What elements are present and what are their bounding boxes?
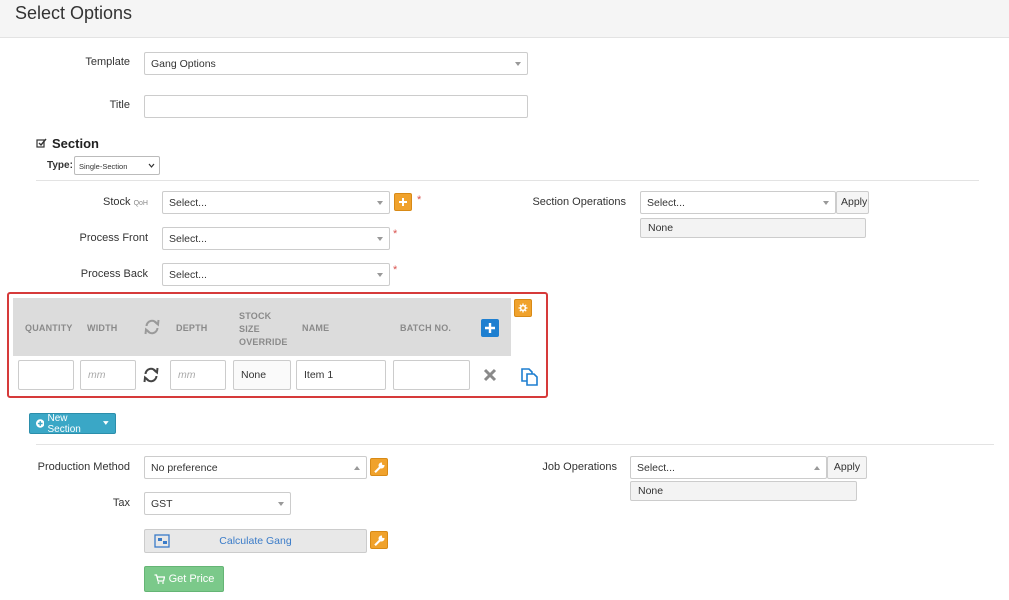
job-operations-apply-button[interactable]: Apply [827,456,867,479]
section-type-select[interactable]: Single-Section [74,156,160,175]
section-operations-apply-button[interactable]: Apply [836,191,869,214]
stock-select[interactable]: Select... [162,191,390,214]
plus-icon [399,198,407,206]
width-input[interactable]: mm [80,360,136,390]
section-divider [36,180,979,181]
process-front-label: Process Front [79,232,148,244]
stock-label-text: Stock [103,196,131,208]
stock-qoh-label: QoH [133,200,148,207]
chevron-down-icon [278,502,284,506]
stock-size-override-header-line: SIZE [239,324,260,334]
swap-dimensions-icon[interactable] [142,366,160,384]
gear-icon [518,303,528,313]
quantity-header: QUANTITY [25,323,73,333]
title-input[interactable] [144,95,528,118]
type-label: Type: [47,160,73,171]
depth-header: DEPTH [176,323,208,333]
section-operations-select[interactable]: Select... [640,191,836,214]
chevron-down-icon [377,237,383,241]
quantity-input[interactable] [18,360,74,390]
depth-input[interactable]: mm [170,360,226,390]
production-method-settings-button[interactable] [370,458,388,476]
name-header: NAME [302,323,330,333]
calculate-gang-label: Calculate Gang [219,535,292,547]
delete-icon[interactable] [483,368,497,382]
tax-label: Tax [112,497,130,509]
process-front-value: Select... [169,233,207,245]
job-operations-selected: None [630,481,857,501]
item-name-input[interactable]: Item 1 [296,360,386,390]
template-label: Template [85,56,130,68]
new-section-button[interactable]: New Section [29,412,116,435]
section-operations-selected: None [640,218,866,238]
wrench-icon [373,534,385,546]
chevron-down-icon [377,273,383,277]
swap-dimensions-icon[interactable] [143,318,161,336]
stock-size-override-header-line: STOCK [239,311,272,321]
table-settings-button[interactable] [514,299,532,317]
job-operations-label: Job Operations [542,461,617,473]
stock-select-value: Select... [169,197,207,209]
chevron-down-icon [515,62,521,66]
new-section-label: New Section [47,412,81,435]
process-back-value: Select... [169,269,207,281]
required-marker: * [393,264,398,276]
process-front-select[interactable]: Select... [162,227,390,250]
job-operations-select[interactable]: Select... [630,456,827,479]
add-item-button[interactable] [481,319,499,337]
template-select[interactable]: Gang Options [144,52,528,75]
add-stock-button[interactable] [394,193,412,211]
chevron-up-icon [354,466,360,470]
section-heading-text: Section [52,136,99,151]
job-operations-value: Select... [637,462,675,474]
job-divider [36,444,994,445]
chevron-down-icon [148,163,155,168]
production-method-label: Production Method [37,461,130,473]
production-method-select[interactable]: No preference [144,456,367,479]
get-price-label: Get Price [168,573,215,585]
chevron-down-icon [823,201,829,205]
stock-size-override-header: STOCK SIZE OVERRIDE [239,310,288,349]
page-title: Select Options [15,3,133,23]
process-back-label: Process Back [80,268,148,280]
width-header: WIDTH [87,323,118,333]
batch-input[interactable] [393,360,470,390]
stock-size-override-select[interactable]: None [233,360,291,390]
calculate-gang-settings-button[interactable] [370,531,388,549]
chevron-down-icon [377,201,383,205]
wrench-icon [373,461,385,473]
plus-icon [485,323,495,333]
copy-icon[interactable] [519,364,541,386]
batch-header: BATCH NO. [400,323,452,333]
section-operations-value: Select... [647,197,685,209]
required-marker: * [417,194,422,206]
template-select-value: Gang Options [151,58,216,70]
tax-select[interactable]: GST [144,492,291,515]
caret-down-icon [103,421,109,425]
section-type-value: Single-Section [79,162,128,171]
title-label: Title [109,99,130,111]
stock-label: Stock QoH [80,196,148,208]
tax-value: GST [151,498,173,510]
page-header: Select Options [0,0,1009,38]
chevron-up-icon [814,466,820,470]
production-method-value: No preference [151,462,218,474]
get-price-button[interactable]: Get Price [144,566,224,592]
checkbox-edit-icon [36,138,47,148]
plus-circle-icon [36,419,45,428]
layout-grid-icon [154,534,170,548]
stock-size-override-header-line: OVERRIDE [239,337,288,347]
cart-icon [154,574,165,584]
required-marker: * [393,228,398,240]
section-heading: Section [36,136,99,151]
section-operations-label: Section Operations [532,196,626,208]
calculate-gang-button[interactable]: Calculate Gang [144,529,367,553]
process-back-select[interactable]: Select... [162,263,390,286]
